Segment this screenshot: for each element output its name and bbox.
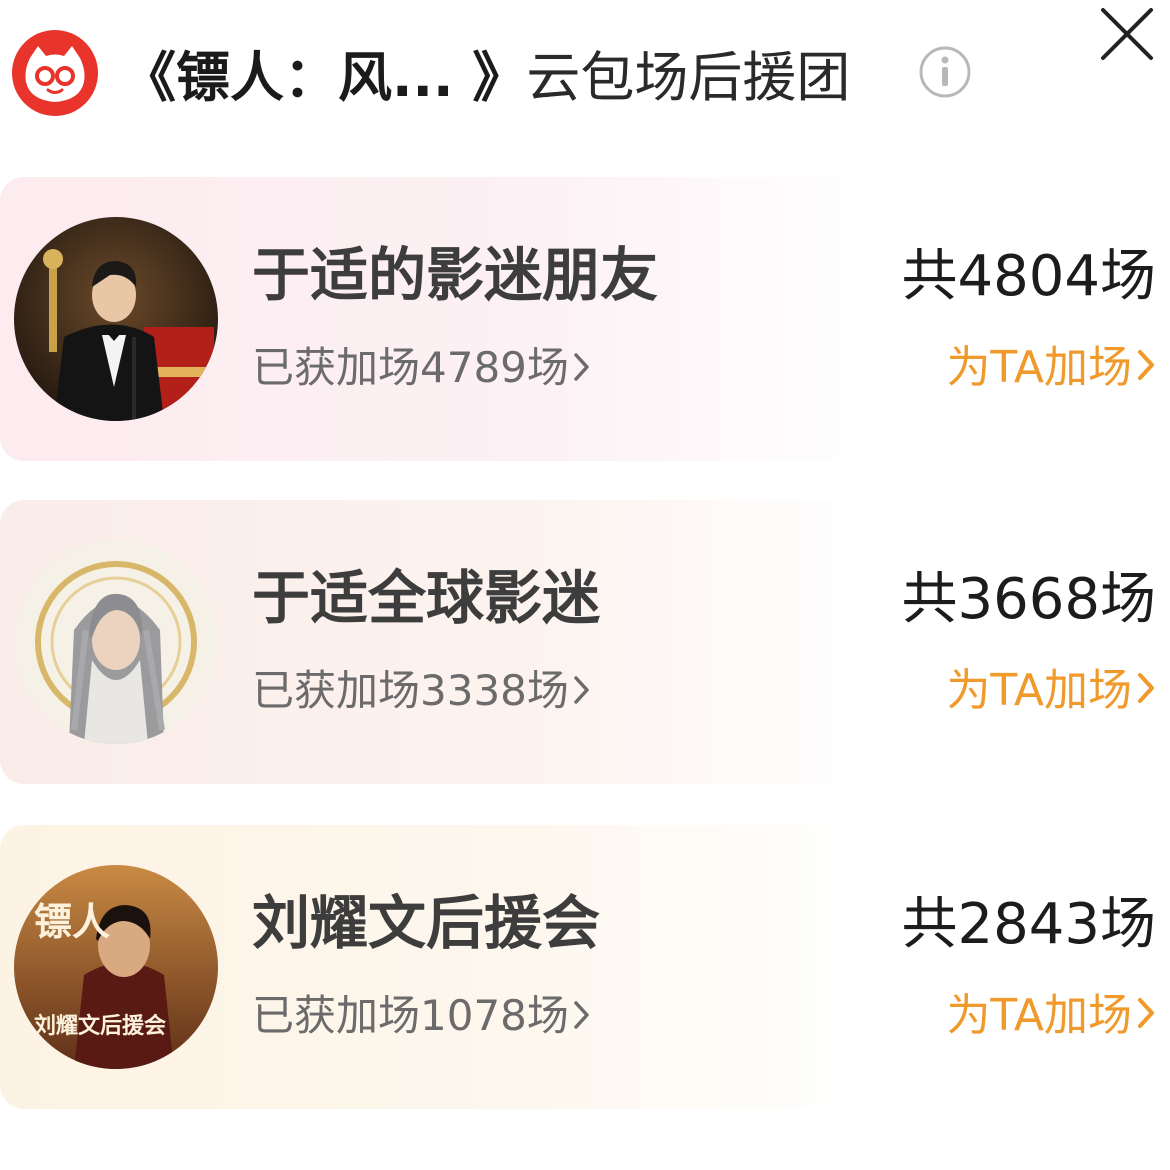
added-shows-link[interactable]: 已获加场1078场: [252, 985, 593, 1050]
chevron-right-icon: [571, 663, 593, 725]
cat-eye-logo-icon: [12, 30, 98, 116]
fan-group-card[interactable]: 于适全球影迷 已获加场3338场 共3668场 为TA加场: [0, 500, 1170, 784]
chevron-right-icon: [571, 340, 593, 402]
fan-group-card[interactable]: 于适的影迷朋友 已获加场4789场 共4804场 为TA加场: [0, 177, 1170, 461]
add-show-button[interactable]: 为TA加场: [946, 660, 1158, 724]
added-shows-text: 已获加场4789场: [252, 343, 569, 392]
avatar-title-art: 镖人: [34, 899, 110, 944]
avatar-banner-text: 刘耀文后援会: [34, 1013, 166, 1039]
chevron-right-icon: [571, 988, 593, 1050]
total-shows: 共2843场: [901, 892, 1156, 957]
page-title: 《镖人：风... 》云包场后援团: [122, 38, 850, 118]
group-name: 于适的影迷朋友: [252, 241, 659, 309]
dialog-header: 《镖人：风... 》云包场后援团: [0, 0, 1170, 150]
close-icon[interactable]: [1097, 4, 1157, 64]
chevron-right-icon: [1134, 339, 1158, 401]
avatar: 镖人 刘耀文后援会: [14, 865, 218, 1069]
add-show-button[interactable]: 为TA加场: [946, 985, 1158, 1049]
avatar: [14, 540, 218, 744]
fan-group-card[interactable]: 镖人 刘耀文后援会 刘耀文后援会 已获加场1078场 共2843场 为TA加场: [0, 825, 1170, 1109]
info-icon[interactable]: [918, 45, 972, 99]
total-shows: 共3668场: [901, 567, 1156, 632]
add-show-label: 为TA加场: [946, 990, 1132, 1041]
chevron-right-icon: [1134, 987, 1158, 1049]
add-show-label: 为TA加场: [946, 342, 1132, 393]
added-shows-link[interactable]: 已获加场3338场: [252, 660, 593, 725]
add-show-button[interactable]: 为TA加场: [946, 337, 1158, 401]
group-name: 于适全球影迷: [252, 564, 601, 632]
movie-title: 《镖人：风... 》: [122, 46, 527, 109]
group-name: 刘耀文后援会: [252, 889, 601, 957]
added-shows-text: 已获加场1078场: [252, 991, 569, 1040]
add-show-label: 为TA加场: [946, 665, 1132, 716]
total-shows: 共4804场: [901, 244, 1156, 309]
added-shows-text: 已获加场3338场: [252, 666, 569, 715]
avatar: [14, 217, 218, 421]
title-suffix: 云包场后援团: [526, 46, 851, 109]
chevron-right-icon: [1134, 662, 1158, 724]
added-shows-link[interactable]: 已获加场4789场: [252, 337, 593, 402]
